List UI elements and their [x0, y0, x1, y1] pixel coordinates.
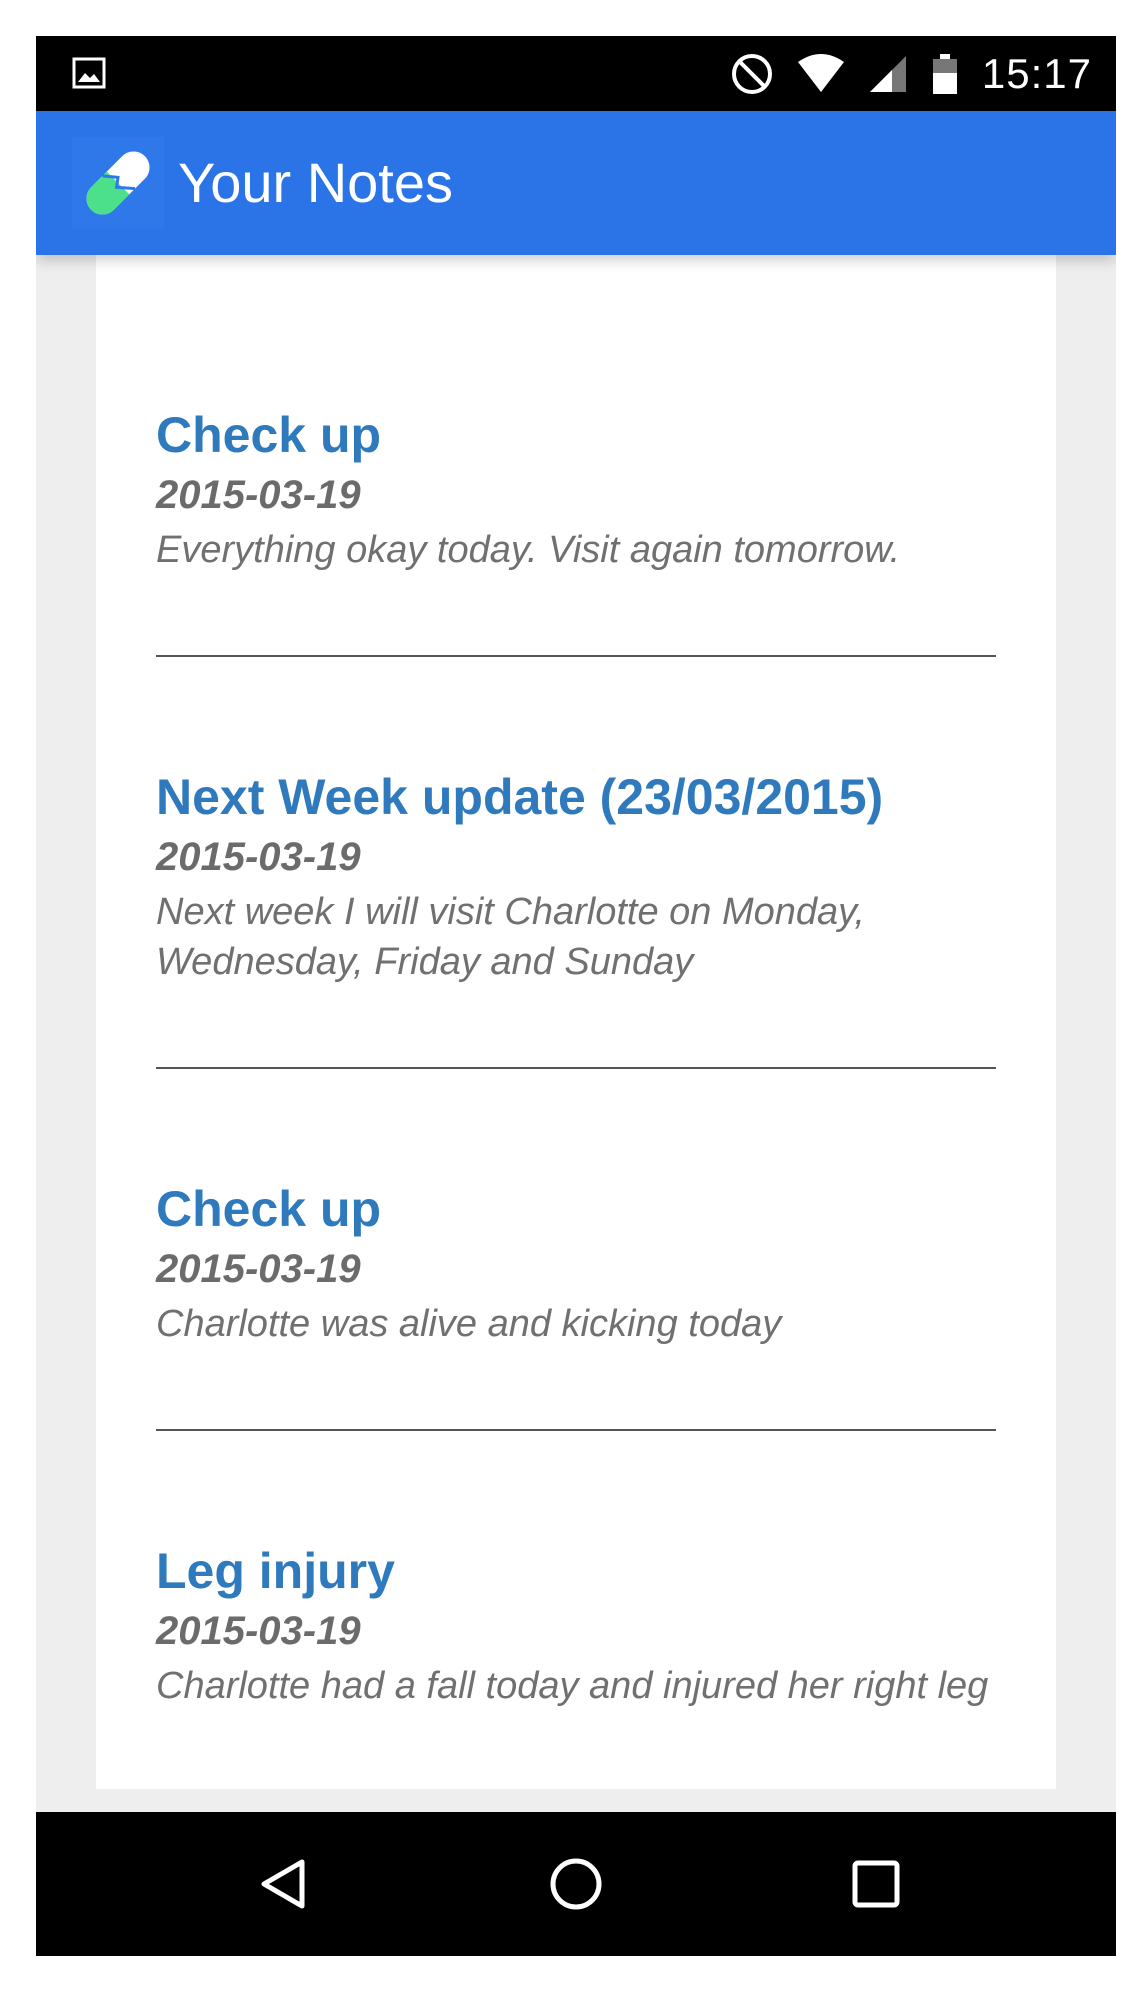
- note-title: Check up: [156, 407, 382, 463]
- note-body: Charlotte had a fall today and injured h…: [156, 1665, 989, 1707]
- note-divider: [156, 1429, 996, 1431]
- status-clock: 15:17: [981, 49, 1092, 97]
- note-date: 2015-03-19: [156, 1609, 361, 1653]
- home-icon: [550, 1858, 602, 1910]
- note-body: Next week I will visit Charlotte on Mond…: [156, 891, 865, 983]
- note-body: Everything okay today. Visit again tomor…: [156, 529, 901, 571]
- home-button[interactable]: [548, 1856, 604, 1912]
- scroll-fade: [96, 1749, 1056, 1789]
- navigation-bar: [36, 1812, 1116, 1956]
- phone-screen: 15:17 Your Notes Check up 2015-03-19 Eve…: [36, 36, 1116, 1956]
- app-bar: Your Notes: [36, 111, 1116, 255]
- note-item[interactable]: Check up 2015-03-19 Charlotte was alive …: [156, 1179, 996, 1349]
- battery-icon: [932, 53, 957, 94]
- status-icons: 15:17: [730, 36, 1092, 111]
- content-area: Check up 2015-03-19 Everything okay toda…: [36, 255, 1116, 1789]
- note-date: 2015-03-19: [156, 1247, 361, 1291]
- note-divider: [156, 655, 996, 657]
- note-title: Check up: [156, 1181, 382, 1237]
- note-date: 2015-03-19: [156, 473, 361, 517]
- image-notification-icon: [72, 57, 106, 89]
- app-title: Your Notes: [178, 151, 453, 214]
- note-divider: [156, 1067, 996, 1069]
- note-title: Next Week update (23/03/2015): [156, 769, 884, 825]
- do-not-disturb-icon: [731, 53, 772, 94]
- pill-logo-icon: [72, 137, 164, 229]
- note-body: Charlotte was alive and kicking today: [156, 1303, 782, 1345]
- note-item[interactable]: Check up 2015-03-19 Everything okay toda…: [156, 405, 996, 575]
- note-title: Leg injury: [156, 1543, 395, 1599]
- notes-list: Check up 2015-03-19 Everything okay toda…: [156, 405, 996, 1711]
- note-date: 2015-03-19: [156, 835, 361, 879]
- recents-icon: [852, 1860, 900, 1908]
- back-icon: [261, 1859, 305, 1909]
- cell-signal-icon: [869, 55, 906, 92]
- status-bar: 15:17: [36, 36, 1116, 111]
- recents-button[interactable]: [848, 1856, 904, 1912]
- wifi-icon: [797, 53, 844, 92]
- back-button[interactable]: [256, 1856, 312, 1912]
- notes-card: Check up 2015-03-19 Everything okay toda…: [96, 255, 1056, 1789]
- note-item[interactable]: Next Week update (23/03/2015) 2015-03-19…: [156, 767, 996, 987]
- note-item[interactable]: Leg injury 2015-03-19 Charlotte had a fa…: [156, 1541, 996, 1711]
